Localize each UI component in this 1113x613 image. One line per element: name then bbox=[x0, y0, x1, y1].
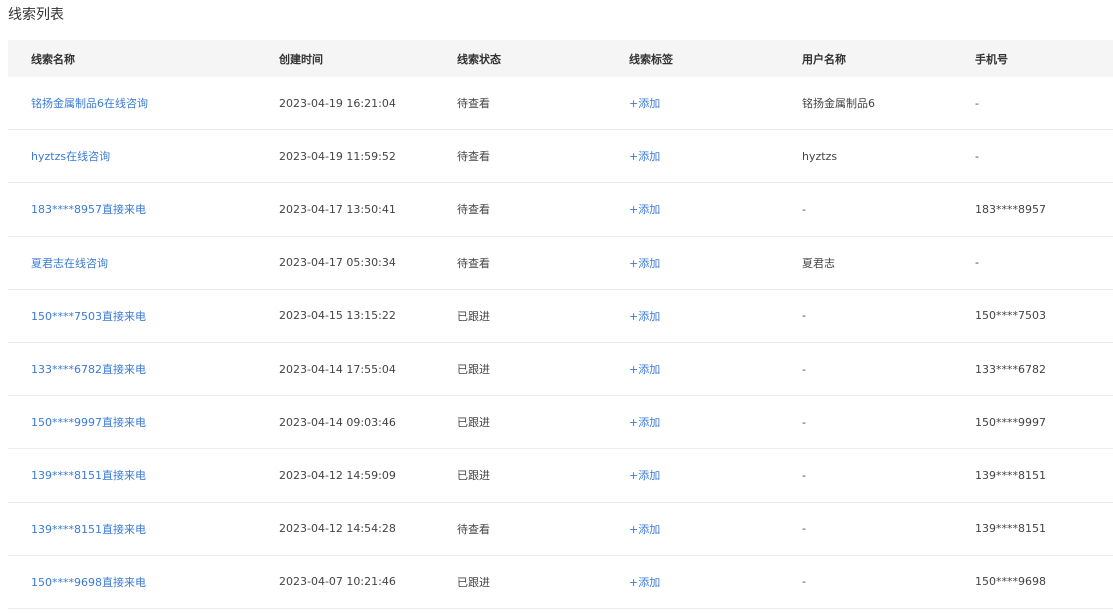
lead-name-link[interactable]: 183****8957直接来电 bbox=[31, 201, 146, 217]
add-tag-button[interactable]: +添加 bbox=[629, 308, 660, 324]
user-name: hyztzs bbox=[802, 149, 838, 163]
lead-status: 已跟进 bbox=[457, 309, 490, 323]
table-row: 150****9997直接来电 2023-04-14 09:03:46 已跟进 … bbox=[8, 396, 1113, 450]
add-tag-button[interactable]: +添加 bbox=[629, 361, 660, 377]
phone-number: 133****6782 bbox=[975, 362, 1046, 376]
lead-status: 已跟进 bbox=[457, 575, 490, 589]
table-row: hyztzs在线咨询 2023-04-19 11:59:52 待查看 +添加 h… bbox=[8, 130, 1113, 184]
lead-name-link[interactable]: 夏君志在线咨询 bbox=[31, 255, 108, 271]
created-time: 2023-04-19 11:59:52 bbox=[279, 149, 396, 163]
add-tag-button[interactable]: +添加 bbox=[629, 521, 660, 537]
lead-name-link[interactable]: 139****8151直接来电 bbox=[31, 521, 146, 537]
created-time: 2023-04-12 14:59:09 bbox=[279, 468, 396, 482]
user-name: - bbox=[802, 415, 806, 429]
leads-table: 线索名称 创建时间 线索状态 线索标签 用户名称 手机号 铭扬金属制品6在线咨询… bbox=[8, 40, 1113, 609]
phone-number: 139****8151 bbox=[975, 522, 1046, 536]
lead-name-link[interactable]: 133****6782直接来电 bbox=[31, 361, 146, 377]
created-time: 2023-04-12 14:54:28 bbox=[279, 522, 396, 536]
user-name: 夏君志 bbox=[802, 256, 835, 270]
user-name: - bbox=[802, 202, 806, 216]
phone-number: 150****7503 bbox=[975, 309, 1046, 323]
header-lead-tag[interactable]: 线索标签 bbox=[629, 51, 673, 67]
lead-status: 已跟进 bbox=[457, 416, 490, 430]
add-tag-button[interactable]: +添加 bbox=[629, 414, 660, 430]
add-tag-button[interactable]: +添加 bbox=[629, 574, 660, 590]
add-tag-button[interactable]: +添加 bbox=[629, 95, 660, 111]
user-name: - bbox=[802, 362, 806, 376]
header-lead-name[interactable]: 线索名称 bbox=[31, 51, 75, 67]
lead-name-link[interactable]: hyztzs在线咨询 bbox=[31, 148, 110, 164]
lead-name-link[interactable]: 150****9997直接来电 bbox=[31, 414, 146, 430]
phone-number: 183****8957 bbox=[975, 202, 1046, 216]
lead-name-link[interactable]: 139****8151直接来电 bbox=[31, 467, 146, 483]
table-row: 139****8151直接来电 2023-04-12 14:54:28 待查看 … bbox=[8, 503, 1113, 556]
table-row: 150****9698直接来电 2023-04-07 10:21:46 已跟进 … bbox=[8, 556, 1113, 609]
lead-status: 待查看 bbox=[457, 256, 490, 270]
user-name: - bbox=[802, 468, 806, 482]
lead-name-link[interactable]: 150****9698直接来电 bbox=[31, 574, 146, 590]
phone-number: - bbox=[975, 96, 979, 110]
lead-status: 待查看 bbox=[457, 522, 490, 536]
phone-number: 150****9997 bbox=[975, 415, 1046, 429]
add-tag-button[interactable]: +添加 bbox=[629, 467, 660, 483]
user-name: - bbox=[802, 309, 806, 323]
table-row: 183****8957直接来电 2023-04-17 13:50:41 待查看 … bbox=[8, 183, 1113, 237]
created-time: 2023-04-07 10:21:46 bbox=[279, 575, 396, 589]
lead-status: 待查看 bbox=[457, 203, 490, 217]
table-row: 夏君志在线咨询 2023-04-17 05:30:34 待查看 +添加 夏君志 … bbox=[8, 237, 1113, 290]
header-created-time[interactable]: 创建时间 bbox=[279, 51, 323, 67]
table-header: 线索名称 创建时间 线索状态 线索标签 用户名称 手机号 bbox=[8, 40, 1113, 77]
created-time: 2023-04-19 16:21:04 bbox=[279, 96, 396, 110]
created-time: 2023-04-17 13:50:41 bbox=[279, 202, 396, 216]
created-time: 2023-04-14 17:55:04 bbox=[279, 362, 396, 376]
lead-name-link[interactable]: 150****7503直接来电 bbox=[31, 308, 146, 324]
phone-number: 150****9698 bbox=[975, 575, 1046, 589]
header-lead-status[interactable]: 线索状态 bbox=[457, 51, 501, 67]
table-row: 铭扬金属制品6在线咨询 2023-04-19 16:21:04 待查看 +添加 … bbox=[8, 77, 1113, 131]
add-tag-button[interactable]: +添加 bbox=[629, 148, 660, 164]
user-name: 铭扬金属制品6 bbox=[802, 97, 875, 111]
page-title: 线索列表 bbox=[8, 7, 64, 23]
user-name: - bbox=[802, 575, 806, 589]
lead-status: 已跟进 bbox=[457, 363, 490, 377]
table-row: 139****8151直接来电 2023-04-12 14:59:09 已跟进 … bbox=[8, 449, 1113, 503]
header-user-name[interactable]: 用户名称 bbox=[802, 51, 846, 67]
add-tag-button[interactable]: +添加 bbox=[629, 255, 660, 271]
table-row: 150****7503直接来电 2023-04-15 13:15:22 已跟进 … bbox=[8, 290, 1113, 343]
lead-status: 已跟进 bbox=[457, 469, 490, 483]
add-tag-button[interactable]: +添加 bbox=[629, 201, 660, 217]
created-time: 2023-04-17 05:30:34 bbox=[279, 256, 396, 270]
lead-name-link[interactable]: 铭扬金属制品6在线咨询 bbox=[31, 95, 148, 111]
phone-number: - bbox=[975, 256, 979, 270]
header-phone[interactable]: 手机号 bbox=[975, 51, 1008, 67]
phone-number: 139****8151 bbox=[975, 468, 1046, 482]
table-row: 133****6782直接来电 2023-04-14 17:55:04 已跟进 … bbox=[8, 343, 1113, 397]
created-time: 2023-04-14 09:03:46 bbox=[279, 415, 396, 429]
user-name: - bbox=[802, 522, 806, 536]
lead-status: 待查看 bbox=[457, 150, 490, 164]
created-time: 2023-04-15 13:15:22 bbox=[279, 309, 396, 323]
lead-status: 待查看 bbox=[457, 97, 490, 111]
phone-number: - bbox=[975, 149, 979, 163]
